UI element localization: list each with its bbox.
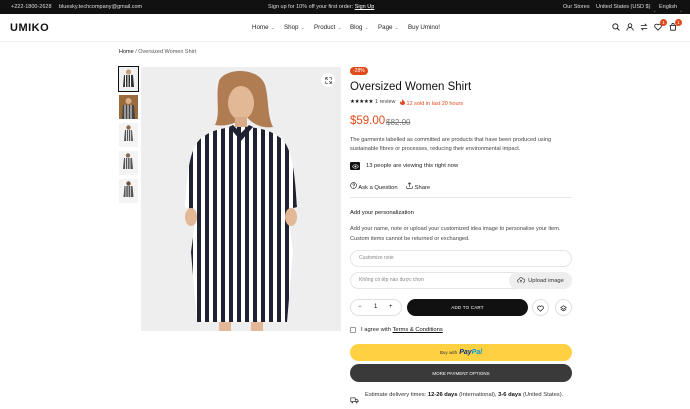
product-price: $59.00 — [350, 115, 386, 127]
personalization-description: Add your name, note or upload your custo… — [350, 226, 561, 242]
sale-badge: -28% — [350, 67, 368, 75]
decrease-quantity-button[interactable]: − — [358, 304, 362, 310]
nav-product[interactable]: Product ⌄ — [314, 24, 342, 31]
cart-icon[interactable]: 1 — [668, 19, 682, 32]
cart-count-badge: 1 — [675, 19, 682, 26]
truck-icon — [350, 391, 359, 409]
language-select[interactable]: English ⌄ — [659, 4, 683, 14]
expand-icon — [324, 71, 332, 89]
thumbnail-2[interactable] — [119, 95, 138, 119]
section-divider — [350, 197, 572, 198]
terms-checkbox[interactable] — [350, 327, 356, 333]
nav-buy-umino[interactable]: Buy Umino! — [408, 24, 440, 31]
search-icon[interactable] — [611, 22, 621, 32]
thumbnail-4[interactable] — [119, 151, 138, 175]
our-stores-link[interactable]: Our Stores — [563, 4, 590, 10]
viewers-count-text: 13 people are viewing this right now — [366, 163, 459, 169]
breadcrumb: Home / Oversized Women Shirt — [119, 49, 197, 55]
terms-agreement: I agree with Terms & Conditions — [361, 327, 443, 333]
quantity-stepper: − 1 + — [350, 299, 402, 316]
personalization-heading: Add your personalization — [350, 210, 414, 216]
breadcrumb-home[interactable]: Home — [119, 49, 134, 55]
rating-stars: ★★★★★ — [350, 99, 374, 105]
increase-quantity-button[interactable]: + — [389, 304, 393, 310]
nav-home[interactable]: Home ⌄ — [252, 24, 275, 31]
compare-icon[interactable] — [639, 22, 649, 32]
phone-number[interactable]: +222-1800-2628 — [11, 4, 52, 10]
product-main-image[interactable] — [141, 67, 341, 331]
account-icon[interactable] — [625, 22, 635, 32]
compare-button[interactable] — [555, 299, 572, 316]
add-to-cart-button[interactable]: ADD TO CART — [407, 299, 528, 316]
paypal-logo: PayPal — [459, 349, 483, 356]
share-link[interactable]: Share — [406, 182, 430, 191]
nav-page[interactable]: Page ⌄ — [378, 24, 399, 31]
sold-recently: 12 sold in last 20 hours — [400, 99, 463, 107]
more-payment-options-button[interactable]: MORE PAYMENT OPTIONS — [350, 364, 572, 382]
product-description: The garments labelled as committed are p… — [350, 137, 552, 152]
thumbnail-5[interactable] — [119, 179, 138, 203]
breadcrumb-current: Oversized Women Shirt — [138, 49, 197, 55]
thumbnail-3[interactable] — [119, 123, 138, 147]
terms-link[interactable]: Terms & Conditions — [392, 327, 442, 333]
thumbnail-1[interactable] — [118, 66, 139, 92]
eye-icon — [350, 162, 360, 170]
cloud-upload-icon — [517, 276, 526, 285]
site-logo[interactable]: UMIKO — [10, 22, 49, 34]
zoom-button[interactable] — [321, 73, 335, 87]
review-count-link[interactable]: 1 review — [375, 99, 395, 105]
promo-text: Sign up for 10% off your first order: Si… — [268, 4, 375, 10]
original-price: $82.00 — [386, 118, 411, 127]
add-to-wishlist-button[interactable] — [532, 299, 549, 316]
product-photo — [141, 67, 341, 331]
ask-question-link[interactable]: Ask a Question — [350, 182, 398, 191]
delivery-estimate: Estimate delivery times: 12-26 days (Int… — [365, 392, 564, 398]
heart-icon — [537, 299, 544, 317]
header-icons: 1 1 — [611, 19, 682, 34]
layers-icon — [560, 299, 567, 317]
paypal-button[interactable]: Buy with PayPal — [350, 344, 572, 361]
share-icon — [406, 182, 415, 191]
nav-shop[interactable]: Shop ⌄ — [284, 24, 305, 31]
currency-select[interactable]: United States (USD $) ⌄ — [596, 4, 657, 14]
product-title: Oversized Women Shirt — [350, 81, 472, 93]
quantity-value[interactable]: 1 — [374, 304, 377, 310]
customize-note-input[interactable]: Customize note — [350, 250, 572, 267]
upload-image-button[interactable]: Upload image — [509, 272, 572, 289]
sign-up-link[interactable]: Sign Up — [355, 4, 375, 10]
wishlist-count-badge: 1 — [660, 19, 667, 26]
site-header: UMIKO Home ⌄ Shop ⌄ Product ⌄ Blog ⌄ Page ⌄ B… — [0, 14, 690, 42]
nav-blog[interactable]: Blog ⌄ — [350, 24, 369, 31]
email-address[interactable]: bluesky.techcompany@gmail.com — [59, 4, 142, 10]
wishlist-icon[interactable]: 1 — [653, 19, 667, 32]
announcement-bar: +222-1800-2628 bluesky.techcompany@gmail… — [0, 0, 690, 14]
